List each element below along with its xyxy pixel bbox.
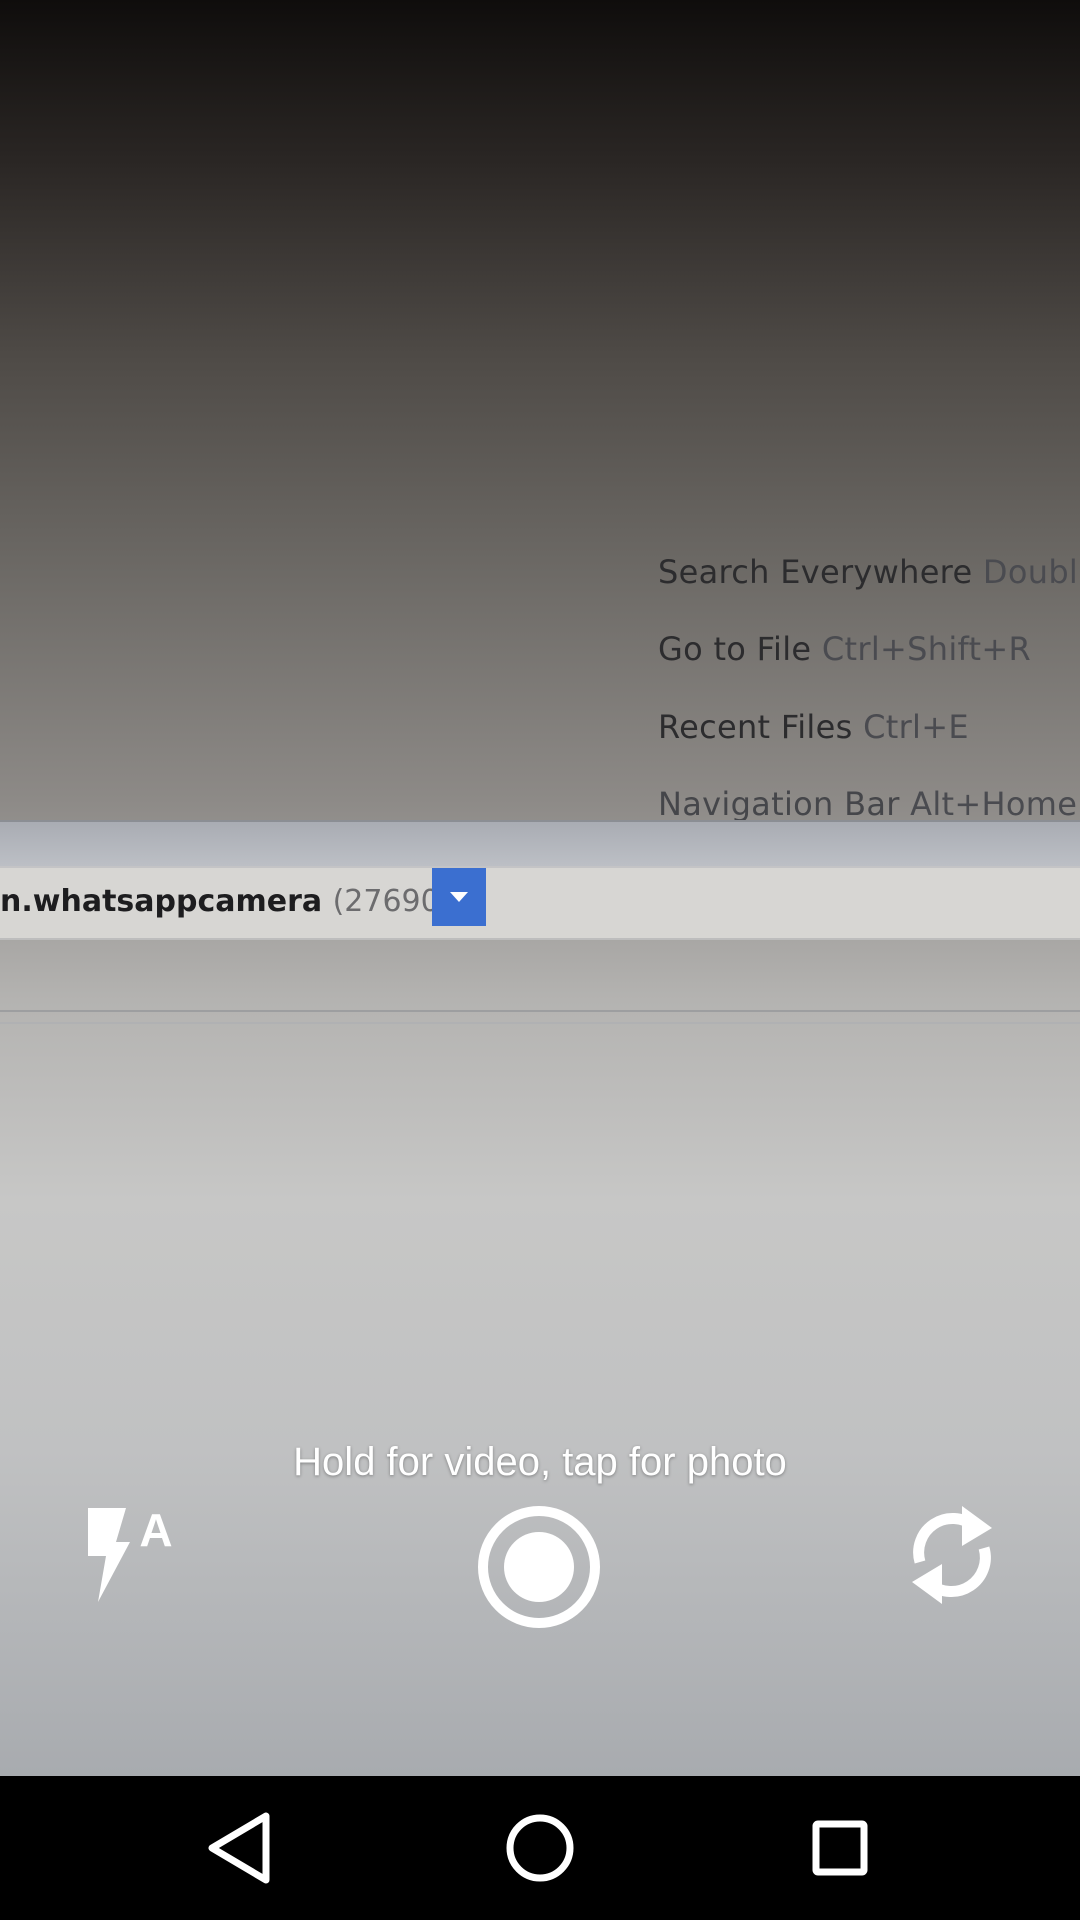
menu-line-shortcut: Alt+Home bbox=[910, 785, 1078, 821]
photographed-window-band bbox=[0, 820, 1080, 868]
menu-line-shortcut: Doubl bbox=[982, 553, 1079, 591]
back-icon bbox=[208, 1812, 270, 1884]
menu-line-label: Recent Files bbox=[658, 708, 853, 746]
capture-hint: Hold for video, tap for photo bbox=[293, 1440, 787, 1484]
photographed-process-selector: n.whatsappcamera (27690) bbox=[0, 866, 1080, 940]
photographed-divider bbox=[0, 1022, 1080, 1024]
flash-auto-icon: A bbox=[88, 1504, 173, 1602]
recents-button[interactable] bbox=[790, 1798, 890, 1898]
flash-mode-label: A bbox=[139, 1504, 172, 1556]
dropdown-arrow-icon bbox=[432, 868, 486, 926]
photographed-divider bbox=[0, 1010, 1080, 1012]
menu-line-go-to-file: Go to File Ctrl+Shift+R bbox=[658, 630, 1031, 668]
home-button[interactable] bbox=[490, 1798, 590, 1898]
home-icon bbox=[506, 1814, 574, 1882]
menu-line-label: Search Everywhere bbox=[658, 553, 973, 591]
shutter-icon bbox=[504, 1532, 574, 1602]
menu-line-label: Navigation Bar bbox=[658, 785, 900, 821]
shutter-button[interactable] bbox=[478, 1506, 600, 1628]
menu-line-navigation-bar: Navigation Bar Alt+Home bbox=[658, 785, 1077, 821]
switch-camera-icon bbox=[912, 1506, 992, 1604]
menu-line-shortcut: Ctrl+Shift+R bbox=[821, 630, 1032, 668]
switch-camera-button[interactable] bbox=[900, 1500, 1004, 1610]
menu-line-shortcut: Ctrl+E bbox=[863, 708, 969, 746]
menu-line-search-everywhere: Search Everywhere Doubl bbox=[658, 553, 1078, 591]
flash-auto-button[interactable]: A bbox=[82, 1500, 182, 1610]
recents-icon bbox=[812, 1820, 868, 1876]
back-button[interactable] bbox=[190, 1798, 290, 1898]
camera-viewfinder[interactable]: Search Everywhere Doubl Go to File Ctrl+… bbox=[0, 0, 1080, 1776]
system-navigation-bar bbox=[0, 1776, 1080, 1920]
menu-line-label: Go to File bbox=[658, 630, 812, 668]
menu-line-recent-files: Recent Files Ctrl+E bbox=[658, 708, 969, 746]
process-name: n.whatsappcamera bbox=[0, 884, 323, 919]
process-label: n.whatsappcamera (27690) bbox=[0, 884, 451, 919]
